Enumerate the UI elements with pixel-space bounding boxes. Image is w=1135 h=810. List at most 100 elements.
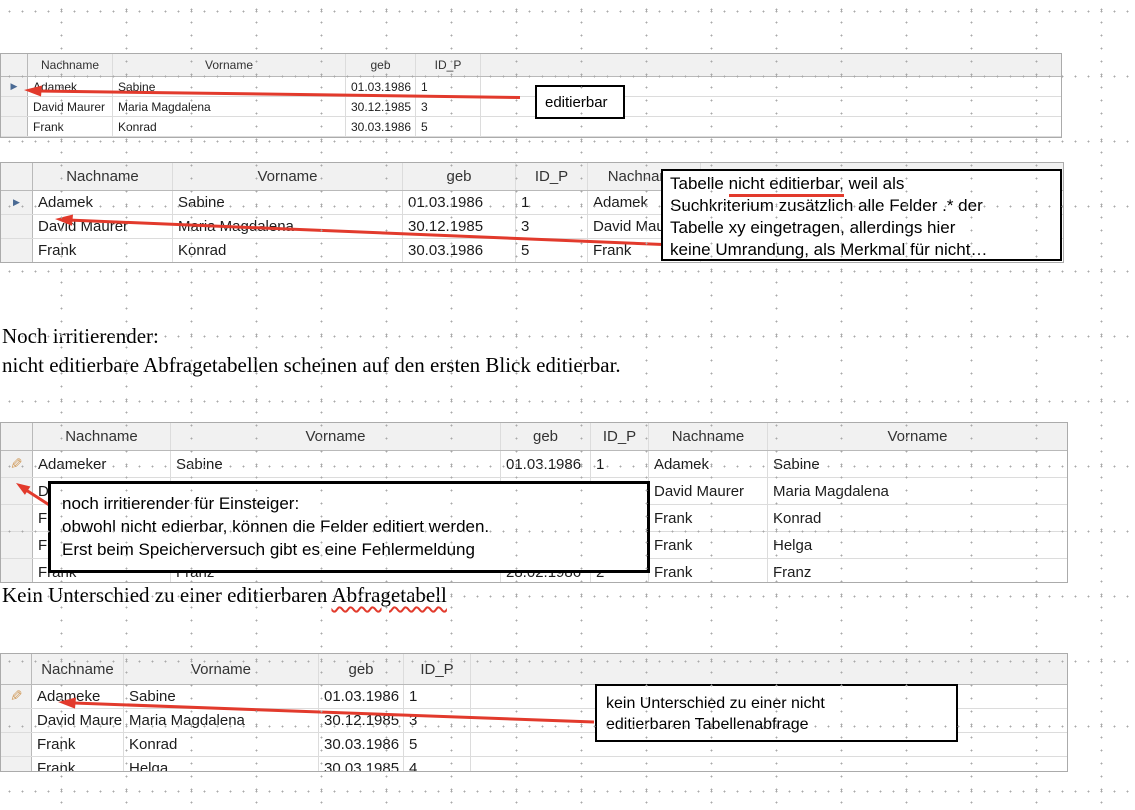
- table-cell[interactable]: Frank: [28, 117, 113, 136]
- row-selector[interactable]: [1, 478, 33, 504]
- table-cell[interactable]: Sabine: [173, 191, 403, 214]
- table-cell[interactable]: David Maurer: [28, 97, 113, 116]
- column-header[interactable]: geb: [346, 54, 416, 76]
- column-header[interactable]: Nachname: [33, 423, 171, 450]
- column-header[interactable]: geb: [501, 423, 591, 450]
- column-header[interactable]: Nachname: [649, 423, 768, 450]
- table-cell[interactable]: 1: [516, 191, 588, 214]
- table-cell[interactable]: Maria Magdalena: [768, 478, 1067, 504]
- select-all-corner[interactable]: [1, 163, 33, 190]
- table-cell[interactable]: Helga: [124, 757, 319, 772]
- column-header[interactable]: Nachname: [32, 654, 124, 684]
- table-cell[interactable]: Maria Magdalena: [124, 709, 319, 732]
- table-cell[interactable]: Adamek: [33, 191, 173, 214]
- table-cell[interactable]: Konrad: [768, 505, 1067, 531]
- row-selector[interactable]: [1, 117, 28, 136]
- table-cell[interactable]: [471, 757, 1067, 772]
- row-selector[interactable]: [1, 239, 33, 262]
- table-cell[interactable]: 30.12.1985: [319, 709, 404, 732]
- datasheet-editable: NachnameVornamegebID_P ▶AdamekSabine01.03…: [0, 53, 1062, 138]
- row-selector[interactable]: [1, 733, 32, 756]
- table-cell[interactable]: Sabine: [113, 77, 346, 96]
- row-selector[interactable]: [1, 215, 33, 238]
- row-selector[interactable]: [1, 97, 28, 116]
- table-cell[interactable]: Adameker: [33, 451, 171, 477]
- column-header[interactable]: geb: [319, 654, 404, 684]
- table-cell[interactable]: Adameke: [32, 685, 124, 708]
- column-header[interactable]: ID_P: [591, 423, 649, 450]
- table-cell[interactable]: Adamek: [28, 77, 113, 96]
- annotation-text: noch irritierender für Einsteiger:: [62, 492, 647, 515]
- table-cell[interactable]: 5: [404, 733, 471, 756]
- table-cell[interactable]: Frank: [649, 532, 768, 558]
- column-header[interactable]: ID_P: [416, 54, 481, 76]
- table-cell[interactable]: 5: [516, 239, 588, 262]
- table-cell[interactable]: 01.03.1986: [346, 77, 416, 96]
- column-header[interactable]: Nachname: [28, 54, 113, 76]
- column-header[interactable]: [471, 654, 1067, 684]
- row-selector[interactable]: [1, 559, 33, 583]
- table-cell[interactable]: David Maurer: [33, 215, 173, 238]
- table-cell[interactable]: Maria Magdalena: [113, 97, 346, 116]
- select-all-corner[interactable]: [1, 654, 32, 684]
- select-all-corner[interactable]: [1, 54, 28, 76]
- table-cell[interactable]: 01.03.1986: [501, 451, 591, 477]
- table-cell[interactable]: Adamek: [649, 451, 768, 477]
- table-cell[interactable]: 1: [591, 451, 649, 477]
- column-header[interactable]: Vorname: [124, 654, 319, 684]
- row-selector[interactable]: ▶: [1, 191, 33, 214]
- table-cell[interactable]: 01.03.1986: [319, 685, 404, 708]
- row-selector[interactable]: [1, 532, 33, 558]
- column-header[interactable]: ID_P: [404, 654, 471, 684]
- table-cell[interactable]: 30.03.1985: [319, 757, 404, 772]
- table-cell[interactable]: Frank: [649, 505, 768, 531]
- select-all-corner[interactable]: [1, 423, 33, 450]
- table-cell[interactable]: 1: [404, 685, 471, 708]
- table-cell[interactable]: Sabine: [768, 451, 1067, 477]
- table-cell[interactable]: 3: [416, 97, 481, 116]
- table-cell[interactable]: Frank: [649, 559, 768, 583]
- table-cell[interactable]: 3: [516, 215, 588, 238]
- table-cell[interactable]: 30.03.1986: [346, 117, 416, 136]
- row-selector[interactable]: ✎: [1, 685, 32, 708]
- table-cell[interactable]: 30.12.1985: [346, 97, 416, 116]
- column-header[interactable]: Vorname: [113, 54, 346, 76]
- table-cell[interactable]: Franz: [768, 559, 1067, 583]
- table-cell[interactable]: 4: [404, 757, 471, 772]
- draw-page: NachnameVornamegebID_P▶AdamekSabine01.03…: [0, 0, 1135, 810]
- table-cell[interactable]: Helga: [768, 532, 1067, 558]
- column-header[interactable]: [481, 54, 1061, 76]
- column-header[interactable]: ID_P: [516, 163, 588, 190]
- table-cell[interactable]: Konrad: [173, 239, 403, 262]
- row-selector[interactable]: [1, 757, 32, 772]
- table-cell[interactable]: David Maurer: [649, 478, 768, 504]
- table-cell[interactable]: 5: [416, 117, 481, 136]
- table-cell[interactable]: Frank: [32, 757, 124, 772]
- table-cell[interactable]: Frank: [33, 239, 173, 262]
- table-cell[interactable]: 30.03.1986: [403, 239, 516, 262]
- annotation-text: kein Unterschied zu einer nicht: [606, 693, 956, 714]
- table-cell[interactable]: Konrad: [113, 117, 346, 136]
- table-cell[interactable]: Frank: [32, 733, 124, 756]
- table-cell[interactable]: 30.03.1986: [319, 733, 404, 756]
- row-selector[interactable]: [1, 505, 33, 531]
- table-cell[interactable]: David Maurer: [32, 709, 124, 732]
- row-selector[interactable]: ▶: [1, 77, 28, 96]
- column-header[interactable]: Nachname: [33, 163, 173, 190]
- row-selector[interactable]: ✎: [1, 451, 33, 477]
- table-cell[interactable]: 01.03.1986: [403, 191, 516, 214]
- row-selector[interactable]: [1, 709, 32, 732]
- column-header[interactable]: Vorname: [173, 163, 403, 190]
- table-cell[interactable]: [481, 117, 1061, 136]
- column-header[interactable]: Vorname: [171, 423, 501, 450]
- table-cell[interactable]: 3: [404, 709, 471, 732]
- table-cell[interactable]: Sabine: [171, 451, 501, 477]
- column-header[interactable]: geb: [403, 163, 516, 190]
- table-cell[interactable]: Konrad: [124, 733, 319, 756]
- table-cell[interactable]: 1: [416, 77, 481, 96]
- table-cell[interactable]: Sabine: [124, 685, 319, 708]
- annotation-text: Tabelle: [670, 174, 729, 193]
- table-cell[interactable]: 30.12.1985: [403, 215, 516, 238]
- table-cell[interactable]: Maria Magdalena: [173, 215, 403, 238]
- column-header[interactable]: Vorname: [768, 423, 1067, 450]
